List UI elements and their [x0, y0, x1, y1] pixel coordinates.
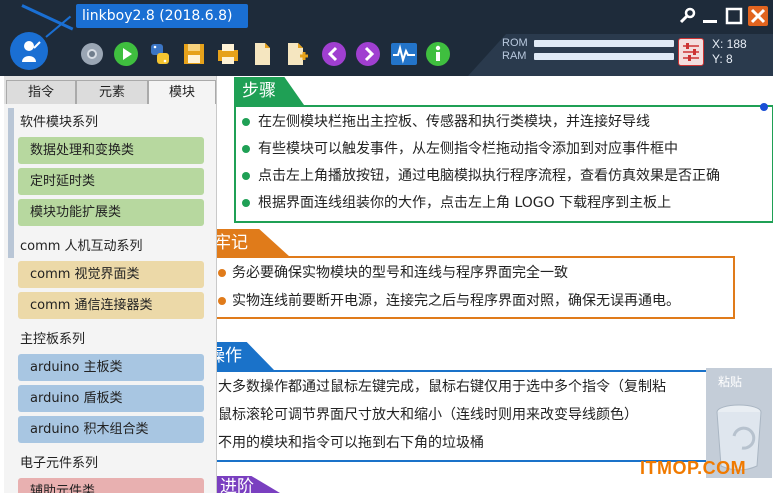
ram-label: RAM: [502, 50, 527, 62]
resource-monitor: ROM RAM X: 188 Y: 8: [468, 34, 773, 76]
x-coordinate: X: 188: [712, 37, 747, 51]
module-item[interactable]: comm 视觉界面类: [18, 261, 204, 288]
tab-instructions[interactable]: 指令: [6, 80, 76, 104]
module-item[interactable]: arduino 主板类: [18, 354, 204, 381]
group-title-software: 软件模块系列: [20, 115, 99, 130]
steps-bullet: [242, 199, 250, 207]
forward-icon[interactable]: [354, 40, 382, 68]
close-icon[interactable]: [748, 6, 768, 26]
waveform-icon[interactable]: [390, 40, 418, 68]
back-icon[interactable]: [320, 40, 348, 68]
steps-line-3: 点击左上角播放按钮，通过电脑模拟执行程序流程，查看仿真效果是否正确: [258, 168, 720, 184]
group-title-components: 电子元件系列: [20, 456, 99, 471]
operate-line-2: 鼠标滚轮可调节界面尺寸放大和缩小（连线时则用来改变导线颜色）: [218, 407, 638, 423]
remember-line-2: 实物连线前要断开电源，连接完之后与程序界面对照，确保无误再通电。: [232, 293, 680, 309]
module-item[interactable]: comm 通信连接器类: [18, 292, 204, 319]
wrench-icon[interactable]: [677, 6, 697, 26]
logo-icon: [22, 41, 41, 62]
save-icon[interactable]: [180, 40, 208, 68]
rom-label: ROM: [502, 37, 528, 49]
new-file-icon[interactable]: [248, 40, 276, 68]
module-item[interactable]: 模块功能扩展类: [18, 199, 204, 226]
module-item[interactable]: 定时延时类: [18, 168, 204, 195]
steps-line-4: 根据界面连线组装你的大作，点击左上角 LOGO 下载程序到主板上: [258, 195, 672, 211]
add-file-icon[interactable]: [282, 40, 310, 68]
remember-line-1: 务必要确保实物模块的型号和连线与程序界面完全一致: [232, 265, 568, 281]
steps-line-1: 在左侧模块栏拖出主控板、传感器和执行类模块，并连接好导线: [258, 114, 650, 130]
tab-elements[interactable]: 元素: [76, 80, 148, 104]
module-item[interactable]: 辅助元件类: [18, 478, 204, 493]
python-icon[interactable]: [146, 40, 174, 68]
info-icon[interactable]: [424, 40, 452, 68]
steps-bullet: [242, 118, 250, 126]
module-item[interactable]: arduino 盾板类: [18, 385, 204, 412]
y-coordinate: Y: 8: [712, 52, 733, 66]
rom-usage-bar: [534, 40, 674, 47]
play-icon[interactable]: [112, 40, 140, 68]
steps-line-2: 有些模块可以触发事件，从左侧指令栏拖动指令添加到对应事件框中: [258, 141, 678, 157]
group-title-comm: comm 人机互动系列: [20, 239, 143, 254]
remember-bullet: [218, 297, 226, 305]
settings-sliders-icon[interactable]: [678, 38, 704, 66]
top-toolbar: linkboy2.8 (2018.6.8) ROM RAM X: 188 Y: …: [0, 0, 773, 76]
paste-label: 粘贴: [718, 375, 743, 389]
wire-endpoint[interactable]: [760, 103, 768, 111]
operate-line-1: 大多数操作都通过鼠标左键完成，鼠标右键仅用于选中多个指令（复制粘: [218, 379, 666, 395]
chrome-icon[interactable]: [78, 40, 106, 68]
ram-usage-bar: [534, 53, 674, 60]
operate-line-3: 不用的模块和指令可以拖到右下角的垃圾桶: [218, 435, 484, 451]
module-item[interactable]: arduino 积木组合类: [18, 416, 204, 443]
steps-bullet: [242, 172, 250, 180]
steps-section-title: 步骤: [234, 77, 304, 105]
watermark: ITMOP.COM: [640, 458, 747, 478]
minimize-icon[interactable]: [700, 6, 720, 26]
title-stripe: [21, 4, 74, 31]
group-title-mainboard: 主控板系列: [20, 332, 86, 347]
window-title: linkboy2.8 (2018.6.8): [76, 4, 248, 28]
steps-bullet: [242, 145, 250, 153]
module-panel: 指令 元素 模块 软件模块系列 数据处理和变换类 定时延时类 模块功能扩展类 c…: [4, 76, 217, 493]
linkboy-logo-button[interactable]: [10, 32, 48, 70]
panel-tabs: 指令 元素 模块: [4, 76, 216, 104]
maximize-icon[interactable]: [724, 6, 744, 26]
print-icon[interactable]: [214, 40, 242, 68]
panel-scrollbar[interactable]: [8, 108, 14, 258]
remember-bullet: [218, 269, 226, 277]
tab-modules[interactable]: 模块: [148, 80, 216, 104]
module-item[interactable]: 数据处理和变换类: [18, 137, 204, 164]
